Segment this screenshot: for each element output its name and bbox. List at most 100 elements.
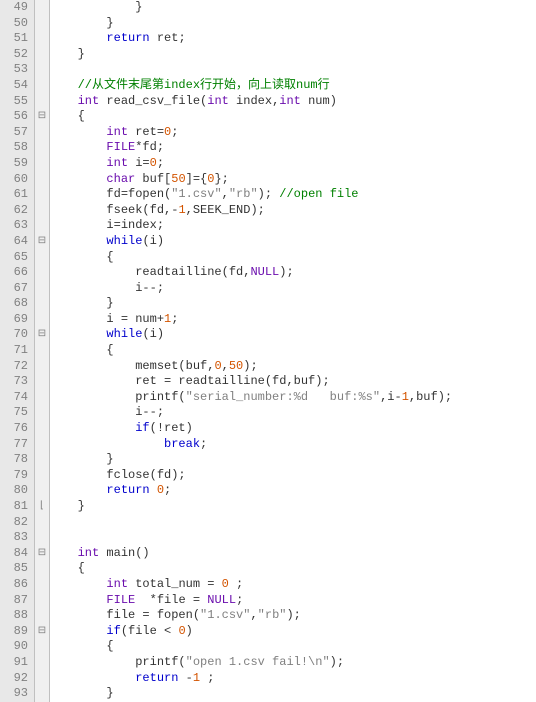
- fold-mark: [35, 281, 49, 297]
- code-line[interactable]: fclose(fd);: [56, 468, 452, 484]
- code-line[interactable]: ret = readtailline(fd,buf);: [56, 374, 452, 390]
- token: {: [106, 639, 113, 653]
- code-line[interactable]: file = fopen("1.csv","rb");: [56, 608, 452, 624]
- fold-mark: [35, 530, 49, 546]
- code-line[interactable]: i=index;: [56, 218, 452, 234]
- code-line[interactable]: }: [56, 16, 452, 32]
- line-number: 75: [4, 405, 28, 421]
- fold-mark[interactable]: ⊟: [35, 546, 49, 562]
- fold-mark: [35, 686, 49, 702]
- token: i=index;: [106, 218, 164, 232]
- token: memset(buf,: [135, 359, 214, 373]
- code-line[interactable]: printf("serial_number:%d buf:%s",i-1,buf…: [56, 390, 452, 406]
- token: int: [78, 94, 100, 108]
- code-line[interactable]: [56, 530, 452, 546]
- code-line[interactable]: while(i): [56, 327, 452, 343]
- fold-mark[interactable]: ⌊: [35, 499, 49, 515]
- code-line[interactable]: char buf[50]={0};: [56, 172, 452, 188]
- code-line[interactable]: fseek(fd,-1,SEEK_END);: [56, 203, 452, 219]
- token: 0: [178, 624, 185, 638]
- code-line[interactable]: i--;: [56, 281, 452, 297]
- code-line[interactable]: readtailline(fd,NULL);: [56, 265, 452, 281]
- token: }: [78, 499, 85, 513]
- token: FILE: [106, 593, 135, 607]
- code-line[interactable]: memset(buf,0,50);: [56, 359, 452, 375]
- token: 0: [157, 483, 164, 497]
- fold-mark: [35, 140, 49, 156]
- code-line[interactable]: int ret=0;: [56, 125, 452, 141]
- code-line[interactable]: {: [56, 561, 452, 577]
- code-line[interactable]: }: [56, 47, 452, 63]
- token: "1.csv": [200, 608, 250, 622]
- fold-mark[interactable]: ⊟: [35, 109, 49, 125]
- code-line[interactable]: //从文件末尾第index行开始，向上读取num行: [56, 78, 452, 94]
- line-number: 68: [4, 296, 28, 312]
- line-number: 73: [4, 374, 28, 390]
- code-line[interactable]: return ret;: [56, 31, 452, 47]
- fold-mark: [35, 31, 49, 47]
- fold-mark: [35, 374, 49, 390]
- token: int: [106, 156, 128, 170]
- token: return: [106, 31, 149, 45]
- code-line[interactable]: }: [56, 499, 452, 515]
- fold-mark: [35, 437, 49, 453]
- code-line[interactable]: {: [56, 109, 452, 125]
- token: {: [78, 109, 85, 123]
- fold-mark: [35, 78, 49, 94]
- token: index,: [229, 94, 279, 108]
- token: //open file: [279, 187, 358, 201]
- code-line[interactable]: FILE*fd;: [56, 140, 452, 156]
- token: ;: [171, 125, 178, 139]
- token: int: [78, 546, 100, 560]
- token: );: [243, 359, 257, 373]
- code-line[interactable]: int total_num = 0 ;: [56, 577, 452, 593]
- fold-mark[interactable]: ⊟: [35, 234, 49, 250]
- code-line[interactable]: int i=0;: [56, 156, 452, 172]
- line-number: 66: [4, 265, 28, 281]
- token: i = num+: [106, 312, 164, 326]
- code-line[interactable]: }: [56, 296, 452, 312]
- token: }: [106, 296, 113, 310]
- fold-mark[interactable]: ⊟: [35, 327, 49, 343]
- code-line[interactable]: if(!ret): [56, 421, 452, 437]
- fold-column: ⊟ ⊟ ⊟ ⌊ ⊟ ⊟: [35, 0, 50, 702]
- code-line[interactable]: {: [56, 639, 452, 655]
- code-line[interactable]: {: [56, 343, 452, 359]
- code-line[interactable]: return 0;: [56, 483, 452, 499]
- fold-mark: [35, 671, 49, 687]
- code-line[interactable]: break;: [56, 437, 452, 453]
- code-line[interactable]: while(i): [56, 234, 452, 250]
- code-line[interactable]: printf("open 1.csv fail!\n");: [56, 655, 452, 671]
- code-line[interactable]: i--;: [56, 405, 452, 421]
- code-line[interactable]: return -1 ;: [56, 671, 452, 687]
- token: main(): [99, 546, 149, 560]
- token: fd=fopen(: [106, 187, 171, 201]
- token: total_num =: [128, 577, 222, 591]
- code-line[interactable]: [56, 62, 452, 78]
- code-line[interactable]: if(file < 0): [56, 624, 452, 640]
- code-line[interactable]: [56, 515, 452, 531]
- token: while: [106, 234, 142, 248]
- code-line[interactable]: }: [56, 452, 452, 468]
- code-line[interactable]: }: [56, 686, 452, 702]
- token: );: [258, 187, 280, 201]
- fold-mark[interactable]: ⊟: [35, 624, 49, 640]
- code-line[interactable]: {: [56, 250, 452, 266]
- token: if: [106, 624, 120, 638]
- token: (i): [142, 234, 164, 248]
- line-number: 58: [4, 140, 28, 156]
- code-line[interactable]: int read_csv_file(int index,int num): [56, 94, 452, 110]
- token: file = fopen(: [106, 608, 200, 622]
- token: ret;: [150, 31, 186, 45]
- code-line[interactable]: FILE *file = NULL;: [56, 593, 452, 609]
- code-line[interactable]: fd=fopen("1.csv","rb"); //open file: [56, 187, 452, 203]
- code-line[interactable]: }: [56, 0, 452, 16]
- code-line[interactable]: int main(): [56, 546, 452, 562]
- code-line[interactable]: i = num+1;: [56, 312, 452, 328]
- fold-mark: [35, 577, 49, 593]
- fold-mark: [35, 203, 49, 219]
- line-number: 50: [4, 16, 28, 32]
- line-number: 72: [4, 359, 28, 375]
- code-area[interactable]: } } return ret; } //从文件末尾第index行开始，向上读取n…: [50, 0, 452, 702]
- line-number: 92: [4, 671, 28, 687]
